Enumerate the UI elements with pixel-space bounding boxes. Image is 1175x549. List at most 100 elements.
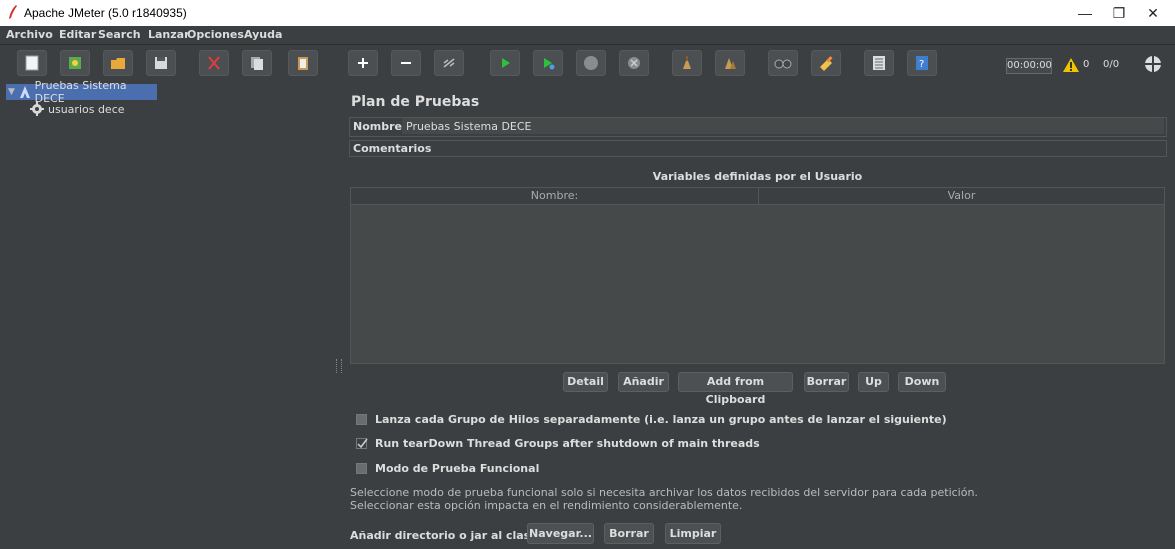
search-icon xyxy=(774,59,792,69)
search-button[interactable] xyxy=(768,50,798,76)
menu-archivo[interactable]: Archivo xyxy=(6,28,53,41)
jmeter-feather-icon xyxy=(9,5,17,19)
classpath-delete-button[interactable]: Borrar xyxy=(604,523,654,544)
templates-button[interactable] xyxy=(60,50,90,76)
tree-item-test-plan[interactable]: ▼ Pruebas Sistema DECE xyxy=(6,79,157,105)
copy-button[interactable] xyxy=(242,50,272,76)
browse-button[interactable]: Navegar... xyxy=(527,523,594,544)
name-label: Nombre: xyxy=(353,120,407,133)
menu-ayuda[interactable]: Ayuda xyxy=(244,28,282,41)
open-button[interactable] xyxy=(103,50,133,76)
menu-editar[interactable]: Editar xyxy=(59,28,96,41)
templates-icon xyxy=(69,57,81,69)
clear-all-button[interactable] xyxy=(715,50,745,76)
cut-button[interactable] xyxy=(199,50,229,76)
user-variables-title: Variables definidas por el Usuario xyxy=(652,170,863,183)
checkbox-box[interactable] xyxy=(356,414,367,425)
active-threads: 0/0 xyxy=(1103,59,1120,70)
move-up-button[interactable]: Up xyxy=(858,372,889,392)
elapsed-timer: 00:00:00 xyxy=(1006,58,1052,74)
checkbox-label: Lanza cada Grupo de Hilos separadamente … xyxy=(375,413,947,426)
checkbox-box[interactable] xyxy=(356,463,367,474)
open-icon xyxy=(111,58,125,69)
start-no-pauses-button[interactable] xyxy=(533,50,563,76)
cut-icon xyxy=(208,56,220,70)
split-pane-divider[interactable] xyxy=(333,84,343,549)
functional-mode-help-line2: Seleccionar esta opción impacta en el re… xyxy=(350,499,743,512)
paste-icon xyxy=(298,57,308,70)
reset-search-button[interactable] xyxy=(811,50,841,76)
checkbox-label: Modo de Prueba Funcional xyxy=(375,462,540,475)
comments-row[interactable]: Comentarios xyxy=(349,140,1167,157)
close-button[interactable]: ✕ xyxy=(1130,0,1175,26)
reset-search-icon xyxy=(820,56,833,71)
close-icon: ✕ xyxy=(1147,5,1159,21)
comments-label: Comentarios xyxy=(353,142,432,155)
run-groups-separately-checkbox[interactable]: Lanza cada Grupo de Hilos separadamente … xyxy=(356,413,947,426)
expand-icon xyxy=(358,58,368,68)
tree-item-thread-group[interactable]: usuarios dece xyxy=(30,101,125,117)
delete-variable-button[interactable]: Borrar xyxy=(804,372,849,392)
checkbox-box[interactable] xyxy=(356,438,368,449)
help-icon: ? xyxy=(916,56,928,70)
shutdown-icon xyxy=(628,57,640,69)
test-tree: ▼ Pruebas Sistema DECE usuarios dece xyxy=(6,79,332,549)
stop-icon xyxy=(584,56,598,70)
function-helper-icon xyxy=(873,56,885,70)
function-helper-button[interactable] xyxy=(864,50,894,76)
paste-button[interactable] xyxy=(288,50,318,76)
expand-all-button[interactable] xyxy=(348,50,378,76)
stop-button[interactable] xyxy=(576,50,606,76)
shutdown-button[interactable] xyxy=(619,50,649,76)
window-title: Apache JMeter (5.0 r1840935) xyxy=(24,6,187,20)
menu-lanzar[interactable]: Lanzar xyxy=(148,28,190,41)
toggle-button[interactable] xyxy=(434,50,464,76)
test-plan-icon xyxy=(19,86,30,98)
classpath-clear-button[interactable]: Limpiar xyxy=(665,523,721,544)
detail-button[interactable]: Detail xyxy=(563,372,608,392)
menu-bar: Archivo Editar Search Lanzar Opciones Ay… xyxy=(0,26,1175,45)
svg-text:?: ? xyxy=(919,59,924,70)
start-no-pause-icon xyxy=(544,58,555,70)
menu-opciones[interactable]: Opciones xyxy=(187,28,244,41)
test-plan-panel: Plan de Pruebas Nombre: Comentarios Vari… xyxy=(344,84,1175,549)
window-titlebar: Apache JMeter (5.0 r1840935) — ❐ ✕ xyxy=(0,0,1175,26)
column-header-name[interactable]: Nombre: xyxy=(351,189,758,202)
help-button[interactable]: ? xyxy=(907,50,937,76)
add-button[interactable]: Añadir xyxy=(618,372,669,392)
warning-icon[interactable] xyxy=(1062,57,1080,73)
splitter-grip xyxy=(336,359,342,373)
panel-title: Plan de Pruebas xyxy=(351,94,480,110)
toolbar: ? 00:00:00 0 0/0 xyxy=(0,45,1175,81)
name-field[interactable] xyxy=(402,118,1164,134)
table-header: Nombre: Valor xyxy=(351,188,1164,205)
functional-mode-help-line1: Seleccione modo de prueba funcional solo… xyxy=(350,486,978,499)
restore-icon: ❐ xyxy=(1112,5,1126,21)
move-down-button[interactable]: Down xyxy=(898,372,946,392)
user-variables-table[interactable]: Nombre: Valor xyxy=(350,187,1165,364)
save-icon xyxy=(155,57,167,69)
gear-icon xyxy=(30,102,44,116)
menu-search[interactable]: Search xyxy=(98,28,141,41)
clear-icon xyxy=(683,56,691,69)
add-from-clipboard-button[interactable]: Add from Clipboard xyxy=(678,372,793,406)
copy-icon xyxy=(251,57,263,70)
save-button[interactable] xyxy=(146,50,176,76)
checkmark-icon xyxy=(357,438,368,449)
name-row: Nombre: xyxy=(349,117,1167,137)
start-button[interactable] xyxy=(490,50,520,76)
functional-mode-checkbox[interactable]: Modo de Prueba Funcional xyxy=(356,462,539,475)
tree-item-label: usuarios dece xyxy=(48,102,125,116)
run-teardown-checkbox[interactable]: Run tearDown Thread Groups after shutdow… xyxy=(356,437,760,450)
tree-expander-icon[interactable]: ▼ xyxy=(8,87,15,97)
warning-count: 0 xyxy=(1083,59,1090,70)
collapse-icon xyxy=(401,62,411,64)
toggle-icon xyxy=(443,58,455,68)
collapse-all-button[interactable] xyxy=(391,50,421,76)
start-icon xyxy=(502,58,510,68)
minimize-icon: — xyxy=(1078,5,1092,21)
new-button[interactable] xyxy=(17,50,47,76)
remote-icon[interactable] xyxy=(1144,55,1162,73)
clear-button[interactable] xyxy=(672,50,702,76)
column-header-value[interactable]: Valor xyxy=(759,189,1164,202)
